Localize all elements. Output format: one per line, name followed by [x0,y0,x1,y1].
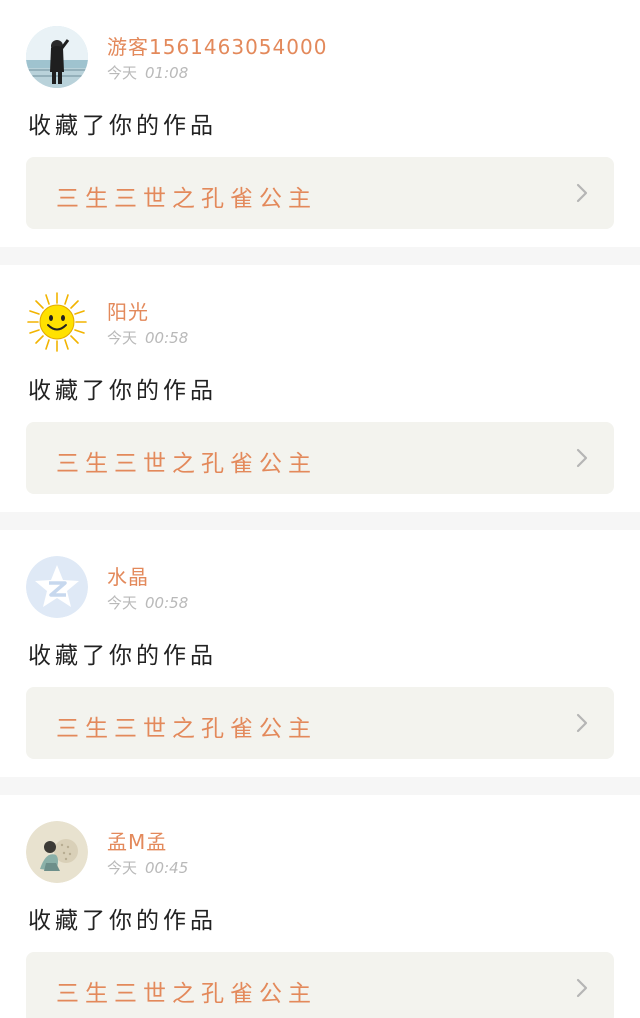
timestamp: 今天 01:08 [107,62,188,83]
action-text: 收藏了你的作品 [28,908,217,934]
timestamp-day: 今天 [107,64,138,82]
notification-card: 游客1561463054000 今天 01:08 收藏了你的作品 三生三世之孔雀公… [0,0,640,247]
chevron-right-icon [576,978,588,998]
username[interactable]: 水晶 [107,561,149,590]
work-title: 三生三世之孔雀公主 [56,451,317,477]
work-link-button[interactable]: 三生三世之孔雀公主 [26,952,614,1018]
default-qzone-avatar-icon [26,556,88,618]
action-text: 收藏了你的作品 [28,643,217,669]
card-separator [0,247,640,265]
card-separator [0,512,640,530]
avatar[interactable] [26,26,88,88]
timestamp-time: 00:58 [145,329,189,347]
timestamp: 今天 00:45 [107,857,188,878]
timestamp-time: 00:58 [145,594,189,612]
timestamp: 今天 00:58 [107,327,188,348]
notification-card: 水晶 今天 00:58 收藏了你的作品 三生三世之孔雀公主 [0,530,640,777]
timestamp-day: 今天 [107,859,138,877]
avatar[interactable] [26,556,88,618]
chevron-right-icon [576,448,588,468]
illustrated-girl-avatar [26,821,88,883]
username[interactable]: 阳光 [107,296,149,325]
work-title: 三生三世之孔雀公主 [56,716,317,742]
notification-card: 阳光 今天 00:58 收藏了你的作品 三生三世之孔雀公主 [0,265,640,512]
chevron-right-icon [576,713,588,733]
girl-at-seaside-photo [26,26,88,88]
action-text: 收藏了你的作品 [28,113,217,139]
timestamp-time: 01:08 [145,64,189,82]
action-text: 收藏了你的作品 [28,378,217,404]
timestamp-day: 今天 [107,329,138,347]
chevron-right-icon [576,183,588,203]
username[interactable]: 游客1561463054000 [107,31,327,60]
notification-card: 孟M孟 今天 00:45 收藏了你的作品 三生三世之孔雀公主 [0,795,640,1018]
timestamp: 今天 00:58 [107,592,188,613]
smiling-sun-icon [26,291,88,353]
timestamp-time: 00:45 [145,859,189,877]
work-title: 三生三世之孔雀公主 [56,186,317,212]
timestamp-day: 今天 [107,594,138,612]
work-link-button[interactable]: 三生三世之孔雀公主 [26,157,614,229]
work-link-button[interactable]: 三生三世之孔雀公主 [26,422,614,494]
avatar[interactable] [26,821,88,883]
avatar[interactable] [26,291,88,353]
username[interactable]: 孟M孟 [107,826,167,855]
notification-feed: 游客1561463054000 今天 01:08 收藏了你的作品 三生三世之孔雀公… [0,0,640,1018]
work-title: 三生三世之孔雀公主 [56,981,317,1007]
work-link-button[interactable]: 三生三世之孔雀公主 [26,687,614,759]
card-separator [0,777,640,795]
